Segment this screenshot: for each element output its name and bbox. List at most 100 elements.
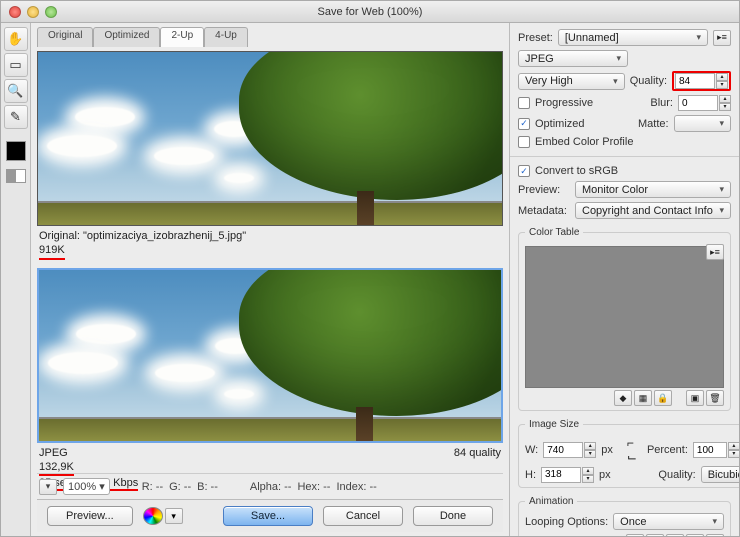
eyedropper-tool[interactable]: ✎: [4, 105, 28, 129]
blur-field[interactable]: ▴▾: [678, 95, 731, 111]
preset-menu-icon[interactable]: ▸≡: [713, 30, 731, 46]
window-title: Save for Web (100%): [9, 6, 731, 18]
save-for-web-window: Save for Web (100%) ✋ ▭ 🔍 ✎ Original Opt…: [0, 0, 740, 537]
looping-select[interactable]: Once▾: [613, 513, 724, 530]
anim-last-icon[interactable]: ⏭: [706, 534, 724, 536]
slice-visibility-toggle[interactable]: [6, 169, 26, 183]
view-tabs: Original Optimized 2-Up 4-Up: [37, 27, 503, 47]
looping-label: Looping Options:: [525, 516, 608, 528]
width-input[interactable]: [543, 442, 583, 458]
w-unit: px: [601, 444, 613, 456]
minimize-icon[interactable]: [27, 6, 39, 18]
progressive-checkbox[interactable]: [518, 97, 530, 109]
embed-profile-label: Embed Color Profile: [535, 136, 633, 148]
matte-label: Matte:: [638, 118, 669, 130]
ct-lock-icon[interactable]: 🔒: [654, 390, 672, 406]
anim-play-icon[interactable]: ▶: [666, 534, 684, 536]
link-icon[interactable]: ⌐⌙: [627, 436, 637, 464]
optimized-checkbox[interactable]: [518, 118, 530, 130]
anim-first-icon[interactable]: ⏮: [626, 534, 644, 536]
height-stepper[interactable]: ▴▾: [582, 467, 594, 483]
zoom-select[interactable]: 100% ▾: [63, 478, 110, 495]
width-stepper[interactable]: ▴▾: [584, 442, 596, 458]
w-label: W:: [525, 444, 538, 456]
image-size-section: Image Size W: ▴▾ px ⌐⌙ Percent: ▴▾ % H: …: [518, 419, 739, 488]
preset-select[interactable]: [Unnamed]▾: [558, 29, 708, 46]
ct-btn-1[interactable]: ◆: [614, 390, 632, 406]
optimized-panel: JPEG 84 quality 132,9K 25 sec @ 56.6 Kbp…: [37, 268, 503, 491]
frame-count: 1 of 1: [593, 535, 621, 536]
browser-preview-menu[interactable]: ▾: [165, 508, 183, 524]
quality-preset-select[interactable]: Very High▾: [518, 73, 625, 90]
format-select[interactable]: JPEG▾: [518, 50, 628, 67]
embed-profile-checkbox[interactable]: [518, 136, 530, 148]
original-image[interactable]: [37, 51, 503, 226]
optimized-format: JPEG: [39, 446, 68, 460]
metadata-label: Metadata:: [518, 205, 570, 217]
quality-input[interactable]: [675, 73, 715, 89]
original-panel: Original: "optimizaciya_izobrazhenij_5.j…: [37, 51, 503, 260]
original-caption: Original: "optimizaciya_izobrazhenij_5.j…: [37, 226, 503, 260]
zoom-tool[interactable]: 🔍: [4, 79, 28, 103]
info-hex: Hex: --: [297, 481, 330, 493]
blur-stepper[interactable]: ▴▾: [719, 95, 731, 111]
original-filename: Original: "optimizaciya_izobrazhenij_5.j…: [39, 229, 501, 243]
settings-sidebar: Preset: [Unnamed]▾ ▸≡ JPEG▾ Very High▾ Q…: [509, 23, 739, 536]
matte-select[interactable]: ▾: [674, 115, 731, 132]
color-table-grid[interactable]: [525, 246, 724, 388]
save-button[interactable]: Save...: [223, 506, 313, 526]
foreground-swatch[interactable]: [6, 141, 26, 161]
animation-title: Animation: [525, 496, 577, 507]
optimized-quality-text: 84 quality: [454, 446, 501, 460]
blur-input[interactable]: [678, 95, 718, 111]
convert-srgb-checkbox[interactable]: [518, 165, 530, 177]
resample-quality-select[interactable]: Bicubic▾: [701, 466, 739, 483]
chevron-down-icon: ▾: [616, 53, 621, 64]
anim-prev-icon[interactable]: ◀: [646, 534, 664, 536]
info-alpha: Alpha: --: [250, 481, 292, 493]
preview-color-label: Preview:: [518, 184, 570, 196]
original-filesize: 919K: [39, 243, 65, 259]
chevron-down-icon: ▾: [613, 76, 618, 87]
preview-color-select[interactable]: Monitor Color▾: [575, 181, 731, 198]
tab-original[interactable]: Original: [37, 27, 93, 47]
browser-preview-icon[interactable]: [143, 507, 163, 525]
percent-stepper[interactable]: ▴▾: [728, 442, 739, 458]
percent-input[interactable]: [693, 442, 727, 458]
infobar-menu-icon[interactable]: ▾: [39, 479, 57, 495]
ct-btn-2[interactable]: ▦: [634, 390, 652, 406]
color-table-section: Color Table ▸≡ ◆ ▦ 🔒 ▣ 🗑: [518, 227, 731, 411]
color-table-title: Color Table: [525, 227, 583, 238]
zoom-icon[interactable]: [45, 6, 57, 18]
preview-button[interactable]: Preview...: [47, 506, 133, 526]
info-index: Index: --: [336, 481, 376, 493]
ct-trash-icon[interactable]: 🗑: [706, 390, 724, 406]
height-input[interactable]: [541, 467, 581, 483]
h-unit: px: [599, 469, 611, 481]
color-table-menu-icon[interactable]: ▸≡: [706, 244, 724, 260]
metadata-select[interactable]: Copyright and Contact Info▾: [575, 202, 731, 219]
tab-2up[interactable]: 2-Up: [160, 27, 204, 47]
preview-panels: Original: "optimizaciya_izobrazhenij_5.j…: [37, 51, 503, 469]
resample-quality-label: Quality:: [658, 469, 695, 481]
optimized-image[interactable]: [37, 268, 503, 443]
info-r: R: --: [142, 481, 163, 493]
cancel-button[interactable]: Cancel: [323, 506, 403, 526]
image-size-title: Image Size: [525, 419, 583, 430]
tab-optimized[interactable]: Optimized: [93, 27, 160, 47]
progressive-label: Progressive: [535, 97, 593, 109]
tab-4up[interactable]: 4-Up: [204, 27, 248, 47]
slice-select-tool[interactable]: ▭: [4, 53, 28, 77]
close-icon[interactable]: [9, 6, 21, 18]
ct-new-icon[interactable]: ▣: [686, 390, 704, 406]
quality-stepper[interactable]: ▴▾: [716, 73, 728, 89]
quality-field[interactable]: ▴▾: [672, 71, 731, 91]
main-area: Original Optimized 2-Up 4-Up Original: "…: [31, 23, 509, 536]
info-g: G: --: [169, 481, 191, 493]
convert-srgb-label: Convert to sRGB: [535, 165, 618, 177]
hand-tool[interactable]: ✋: [4, 27, 28, 51]
percent-label: Percent:: [647, 444, 688, 456]
done-button[interactable]: Done: [413, 506, 493, 526]
anim-next-icon[interactable]: ▶|: [686, 534, 704, 536]
blur-label: Blur:: [650, 97, 673, 109]
